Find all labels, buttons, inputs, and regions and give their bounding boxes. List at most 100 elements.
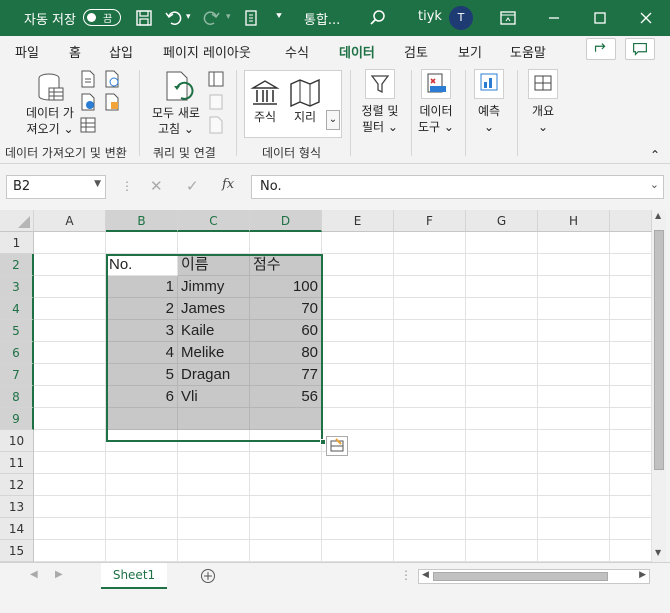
tab-page-layout[interactable]: 페이지 레이아웃 <box>163 42 251 61</box>
cell[interactable] <box>394 254 466 276</box>
cell[interactable] <box>106 232 178 254</box>
cell[interactable] <box>394 518 466 540</box>
cell[interactable] <box>34 298 106 320</box>
table-cell[interactable]: 70 <box>250 298 322 320</box>
cell[interactable] <box>394 452 466 474</box>
column-header-a[interactable]: A <box>34 210 106 232</box>
cell[interactable] <box>106 540 178 562</box>
table-cell[interactable]: 56 <box>250 386 322 408</box>
column-header-c[interactable]: C <box>178 210 250 232</box>
cell[interactable] <box>394 408 466 430</box>
cell[interactable] <box>178 452 250 474</box>
cell[interactable] <box>250 408 322 430</box>
from-web-icon[interactable] <box>80 93 96 111</box>
cell[interactable] <box>394 298 466 320</box>
tab-view[interactable]: 보기 <box>458 42 482 61</box>
from-table-icon[interactable] <box>80 116 96 134</box>
cell[interactable] <box>538 518 610 540</box>
table-cell[interactable]: James <box>178 298 250 320</box>
share-button[interactable] <box>586 38 616 60</box>
cell[interactable] <box>610 496 652 518</box>
column-header-b[interactable]: B <box>106 210 178 232</box>
horizontal-scrollbar[interactable]: ◀ ▶ <box>418 569 650 584</box>
cell[interactable] <box>466 298 538 320</box>
cell[interactable] <box>106 518 178 540</box>
cell[interactable] <box>250 540 322 562</box>
cell[interactable] <box>610 386 652 408</box>
table-cell[interactable]: Jimmy <box>178 276 250 298</box>
row-header-14[interactable]: 14 <box>0 518 34 540</box>
cell[interactable] <box>610 276 652 298</box>
row-header-2[interactable]: 2 <box>0 254 34 276</box>
document-title[interactable]: 통합... <box>304 9 340 28</box>
cell[interactable] <box>34 386 106 408</box>
worksheet-grid[interactable]: ABCDEFGH 1 2 3 4 5 6 7 8 9 10 11 12 13 14 15 No. 이름 점수 1 J… <box>0 210 652 562</box>
cell[interactable] <box>106 452 178 474</box>
cell[interactable] <box>538 298 610 320</box>
cell[interactable] <box>610 474 652 496</box>
cell[interactable] <box>610 364 652 386</box>
cell[interactable] <box>466 474 538 496</box>
cell[interactable] <box>178 496 250 518</box>
scroll-up-icon[interactable]: ▲ <box>655 211 661 220</box>
gallery-expand-icon[interactable]: ⌄ <box>326 110 340 130</box>
cell[interactable] <box>466 496 538 518</box>
table-cell[interactable]: 3 <box>106 320 178 342</box>
cell[interactable] <box>394 496 466 518</box>
collapse-ribbon-icon[interactable]: ⌃ <box>650 148 660 162</box>
add-sheet-icon[interactable] <box>200 568 216 584</box>
autosave-toggle[interactable]: 끔 <box>83 9 121 26</box>
sort-filter-button[interactable]: 정렬 및 필터 ⌄ <box>356 103 404 135</box>
cell[interactable] <box>466 386 538 408</box>
header-cell[interactable]: 이름 <box>178 254 250 276</box>
comments-button[interactable] <box>625 38 655 60</box>
maximize-icon[interactable] <box>590 8 610 28</box>
cell[interactable] <box>322 540 394 562</box>
cell[interactable] <box>610 540 652 562</box>
cell[interactable] <box>106 408 178 430</box>
cell[interactable] <box>178 232 250 254</box>
cell[interactable] <box>538 342 610 364</box>
select-all-corner[interactable] <box>0 210 34 232</box>
cell[interactable] <box>106 474 178 496</box>
customize-qat-icon[interactable]: ⯆ <box>275 11 283 22</box>
cell[interactable] <box>610 254 652 276</box>
cell[interactable] <box>322 474 394 496</box>
column-header-d[interactable]: D <box>250 210 322 232</box>
table-cell[interactable]: 80 <box>250 342 322 364</box>
cell[interactable] <box>610 518 652 540</box>
cell[interactable] <box>394 474 466 496</box>
row-header-10[interactable]: 10 <box>0 430 34 452</box>
cell[interactable] <box>34 320 106 342</box>
cell[interactable] <box>466 320 538 342</box>
column-header-g[interactable]: G <box>466 210 538 232</box>
cell[interactable] <box>610 430 652 452</box>
cell[interactable] <box>106 496 178 518</box>
cell[interactable] <box>466 276 538 298</box>
cell[interactable] <box>466 232 538 254</box>
stocks-button[interactable]: 주식 <box>248 109 282 125</box>
avatar[interactable]: T <box>449 6 473 30</box>
get-data-button[interactable]: 데이터 가 져오기 ⌄ <box>16 105 84 137</box>
column-header-h[interactable]: H <box>538 210 610 232</box>
cell[interactable] <box>322 342 394 364</box>
cell[interactable] <box>538 408 610 430</box>
tab-review[interactable]: 검토 <box>404 42 428 61</box>
cell[interactable] <box>322 496 394 518</box>
table-cell[interactable]: 4 <box>106 342 178 364</box>
cell[interactable] <box>538 496 610 518</box>
cell[interactable] <box>322 232 394 254</box>
cell[interactable] <box>322 386 394 408</box>
column-header-f[interactable]: F <box>394 210 466 232</box>
cell[interactable] <box>178 518 250 540</box>
cell[interactable] <box>610 408 652 430</box>
cell[interactable] <box>538 254 610 276</box>
cell[interactable] <box>538 540 610 562</box>
name-box[interactable]: B2 ▼ <box>6 175 106 199</box>
cell[interactable] <box>34 518 106 540</box>
cell[interactable] <box>34 408 106 430</box>
cell[interactable] <box>394 430 466 452</box>
column-header-e[interactable]: E <box>322 210 394 232</box>
next-sheet-icon[interactable]: ▶ <box>55 569 63 580</box>
cell[interactable] <box>466 518 538 540</box>
